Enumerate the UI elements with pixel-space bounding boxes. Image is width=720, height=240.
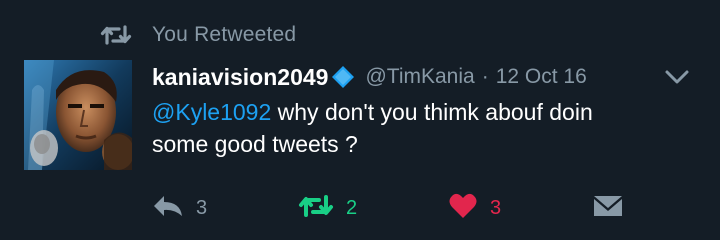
direct-message-button[interactable] bbox=[592, 190, 624, 226]
tweet-date[interactable]: 12 Oct 16 bbox=[496, 65, 587, 89]
retweet-icon bbox=[298, 192, 334, 225]
tweet-header: kaniavision2049 @TimKania · 12 Oct 16 bbox=[152, 60, 696, 94]
tweet-text-line1: why don't you thimk abouf doin bbox=[271, 99, 593, 125]
retweet-icon bbox=[100, 22, 132, 48]
retweet-context-label: You Retweeted bbox=[152, 23, 297, 46]
tweet-text-line2: some good tweets ? bbox=[152, 131, 358, 157]
reply-icon bbox=[152, 193, 184, 224]
verified-diamond-icon bbox=[331, 65, 355, 89]
reply-count: 3 bbox=[196, 196, 208, 219]
retweet-context: You Retweeted bbox=[100, 22, 296, 48]
tweet-text: @Kyle1092 why don't you thimk abouf doin… bbox=[152, 96, 692, 160]
avatar-image bbox=[24, 60, 132, 170]
heart-icon bbox=[448, 192, 478, 225]
like-count: 3 bbox=[490, 196, 502, 219]
avatar[interactable] bbox=[24, 60, 132, 170]
author-display-name[interactable]: kaniavision2049 bbox=[152, 64, 328, 91]
tweet-actions: 3 2 3 bbox=[152, 190, 696, 226]
retweet-button[interactable]: 2 bbox=[298, 190, 357, 226]
separator-dot: · bbox=[481, 65, 489, 88]
retweet-count: 2 bbox=[346, 196, 358, 219]
reply-button[interactable]: 3 bbox=[152, 190, 207, 226]
chevron-down-icon[interactable] bbox=[664, 66, 690, 88]
mention-link[interactable]: @Kyle1092 bbox=[152, 99, 271, 125]
like-button[interactable]: 3 bbox=[448, 190, 501, 226]
envelope-icon bbox=[592, 193, 624, 224]
author-handle[interactable]: @TimKania bbox=[365, 65, 474, 89]
